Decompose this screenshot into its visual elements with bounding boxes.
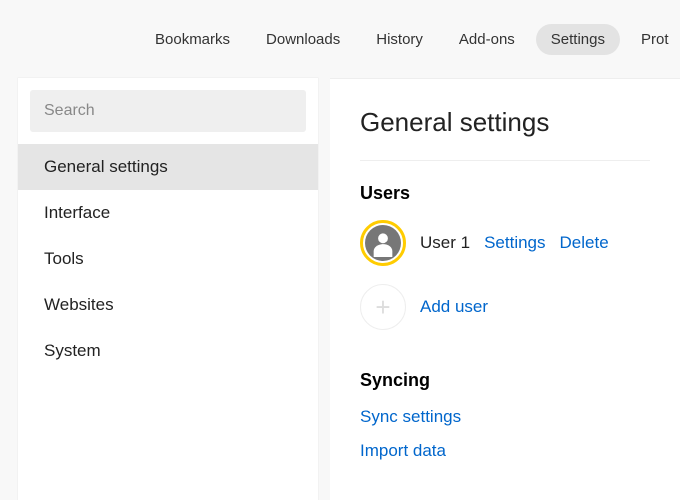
sidebar-item-interface[interactable]: Interface <box>18 190 318 236</box>
sync-settings-link[interactable]: Sync settings <box>360 407 650 427</box>
top-nav-history[interactable]: History <box>361 24 438 55</box>
sidebar-item-general[interactable]: General settings <box>18 144 318 190</box>
sidebar-item-system[interactable]: System <box>18 328 318 374</box>
settings-sidebar: General settings Interface Tools Website… <box>18 78 318 500</box>
page-title: General settings <box>360 107 650 161</box>
top-nav-protection[interactable]: Prot <box>626 24 680 55</box>
user-row: User 1 Settings Delete <box>360 220 650 266</box>
sidebar-item-websites[interactable]: Websites <box>18 282 318 328</box>
add-user-label: Add user <box>420 297 488 317</box>
add-user-row[interactable]: + Add user <box>360 284 650 330</box>
plus-icon: + <box>375 294 390 320</box>
top-nav-addons[interactable]: Add-ons <box>444 24 530 55</box>
search-wrap <box>18 90 318 144</box>
user-delete-link[interactable]: Delete <box>560 233 609 253</box>
sidebar-item-tools[interactable]: Tools <box>18 236 318 282</box>
top-nav-settings[interactable]: Settings <box>536 24 620 55</box>
user-name: User 1 <box>420 233 470 253</box>
top-nav-downloads[interactable]: Downloads <box>251 24 355 55</box>
content-panel: General settings Users User 1 Settings D… <box>330 78 680 500</box>
top-nav-bookmarks[interactable]: Bookmarks <box>140 24 245 55</box>
avatar[interactable] <box>360 220 406 266</box>
main-area: General settings Interface Tools Website… <box>0 78 680 500</box>
top-nav: Bookmarks Downloads History Add-ons Sett… <box>0 0 680 78</box>
content-inner: General settings Users User 1 Settings D… <box>330 107 680 461</box>
user-settings-link[interactable]: Settings <box>484 233 545 253</box>
add-user-icon: + <box>360 284 406 330</box>
person-icon <box>365 225 401 261</box>
sync-links: Sync settings Import data <box>360 407 650 461</box>
syncing-section-title: Syncing <box>360 370 650 391</box>
users-section-title: Users <box>360 183 650 204</box>
import-data-link[interactable]: Import data <box>360 441 650 461</box>
search-input[interactable] <box>30 90 306 132</box>
